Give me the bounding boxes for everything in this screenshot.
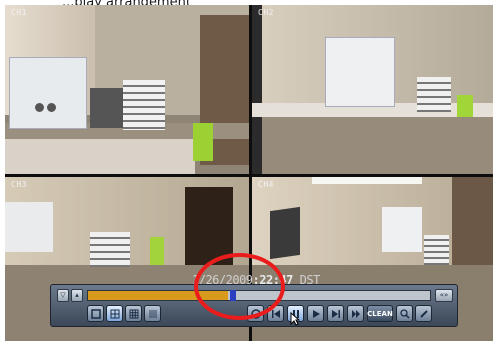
layout-quad-button[interactable] [106,305,123,322]
camera-label: CH4 [258,180,274,189]
quad-view-icon [110,309,119,318]
camera-label: CH3 [11,180,27,189]
clean-button[interactable]: CLEAN [367,305,393,322]
play-icon [312,309,320,318]
play-button[interactable] [307,305,324,322]
rewind-icon [271,309,280,318]
fast-forward-button[interactable] [327,305,344,322]
highlight-ring [194,253,285,320]
single-view-icon [90,308,101,319]
timeline-right-button[interactable]: «» [435,289,453,302]
timeline-menu-button[interactable]: ▴ [71,289,83,302]
camera-ch2[interactable]: CH2 [252,5,493,174]
mouse-pointer-icon [290,312,300,326]
frame-step-button[interactable] [347,305,364,322]
wrench-icon [419,309,428,318]
nine-view-icon [129,309,138,318]
frame-step-icon [351,309,360,318]
camera-label: CH2 [258,8,274,17]
timeline-left-button[interactable]: ▽ [57,289,69,302]
layout-sixteen-button[interactable] [144,305,161,322]
camera-label: CH1 [11,8,27,17]
layout-nine-button[interactable] [125,305,142,322]
camera-ch1[interactable]: CH1 [5,5,249,174]
magnifier-icon [399,308,410,319]
layout-single-button[interactable] [87,305,104,322]
settings-button[interactable] [415,305,432,322]
sixteen-view-icon [148,309,157,318]
zoom-button[interactable] [396,305,413,322]
fast-forward-icon [331,309,340,318]
